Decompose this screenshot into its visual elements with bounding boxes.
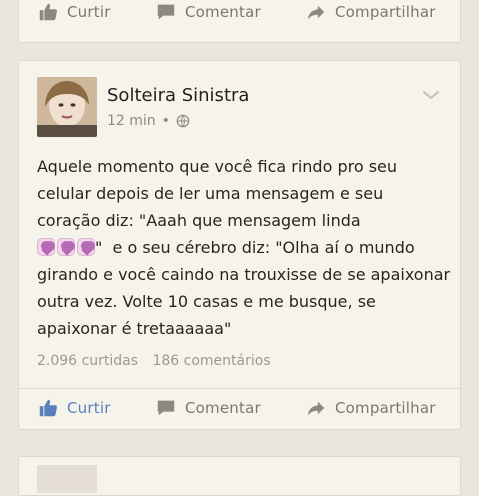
previous-post-action-bar: Curtir Comentar Compartilhar bbox=[19, 0, 460, 27]
likes-count[interactable]: 2.096 curtidas bbox=[37, 353, 138, 369]
comments-count[interactable]: 186 comentários bbox=[152, 353, 270, 369]
like-button-label: Curtir bbox=[67, 3, 111, 21]
post-menu-chevron-icon[interactable] bbox=[422, 89, 440, 101]
comment-button[interactable]: Comentar bbox=[155, 397, 261, 419]
next-post-avatar-placeholder bbox=[37, 465, 97, 493]
post-text-part-2: " e o seu cérebro diz: "Olha aí o mundo … bbox=[37, 238, 456, 338]
author-avatar[interactable] bbox=[37, 77, 97, 137]
author-name[interactable]: Solteira Sinistra bbox=[107, 85, 249, 106]
post-action-bar: Curtir Comentar Compartilhar bbox=[19, 393, 460, 423]
comment-button[interactable]: Comentar bbox=[155, 1, 261, 23]
author-photo bbox=[37, 77, 97, 137]
heart-emoji-icon bbox=[37, 238, 55, 256]
heart-emoji-icon bbox=[77, 238, 95, 256]
meta-dot: • bbox=[161, 113, 170, 129]
thumbs-up-icon bbox=[39, 399, 58, 417]
comment-icon bbox=[157, 4, 175, 20]
heart-emoji-group bbox=[37, 238, 95, 256]
heart-emoji-icon bbox=[57, 238, 75, 256]
post-text-part-1: Aquele momento que você fica rindo pro s… bbox=[37, 157, 403, 230]
like-button-label: Curtir bbox=[67, 399, 111, 417]
share-button-label: Compartilhar bbox=[335, 3, 436, 21]
globe-icon bbox=[176, 114, 190, 128]
post-card: Solteira Sinistra 12 min • Aquele moment… bbox=[18, 60, 461, 430]
like-button[interactable]: Curtir bbox=[37, 397, 111, 419]
post-header: Solteira Sinistra 12 min • bbox=[37, 77, 442, 139]
previous-post-card: Curtir Comentar Compartilhar bbox=[18, 0, 461, 43]
share-button[interactable]: Compartilhar bbox=[305, 397, 436, 419]
comment-button-label: Comentar bbox=[185, 399, 261, 417]
post-stats: 2.096 curtidas 186 comentários bbox=[37, 353, 271, 369]
post-time[interactable]: 12 min bbox=[107, 113, 156, 129]
post-meta: 12 min • bbox=[107, 113, 190, 129]
share-arrow-icon bbox=[307, 5, 325, 20]
thumbs-up-icon bbox=[39, 3, 58, 21]
share-arrow-icon bbox=[307, 401, 325, 416]
comment-button-label: Comentar bbox=[185, 3, 261, 21]
post-text: Aquele momento que você fica rindo pro s… bbox=[37, 153, 451, 342]
share-button-label: Compartilhar bbox=[335, 399, 436, 417]
comment-icon bbox=[157, 400, 175, 416]
like-button[interactable]: Curtir bbox=[37, 1, 111, 23]
actions-divider bbox=[19, 388, 460, 389]
next-post-card bbox=[18, 456, 461, 496]
share-button[interactable]: Compartilhar bbox=[305, 1, 436, 23]
